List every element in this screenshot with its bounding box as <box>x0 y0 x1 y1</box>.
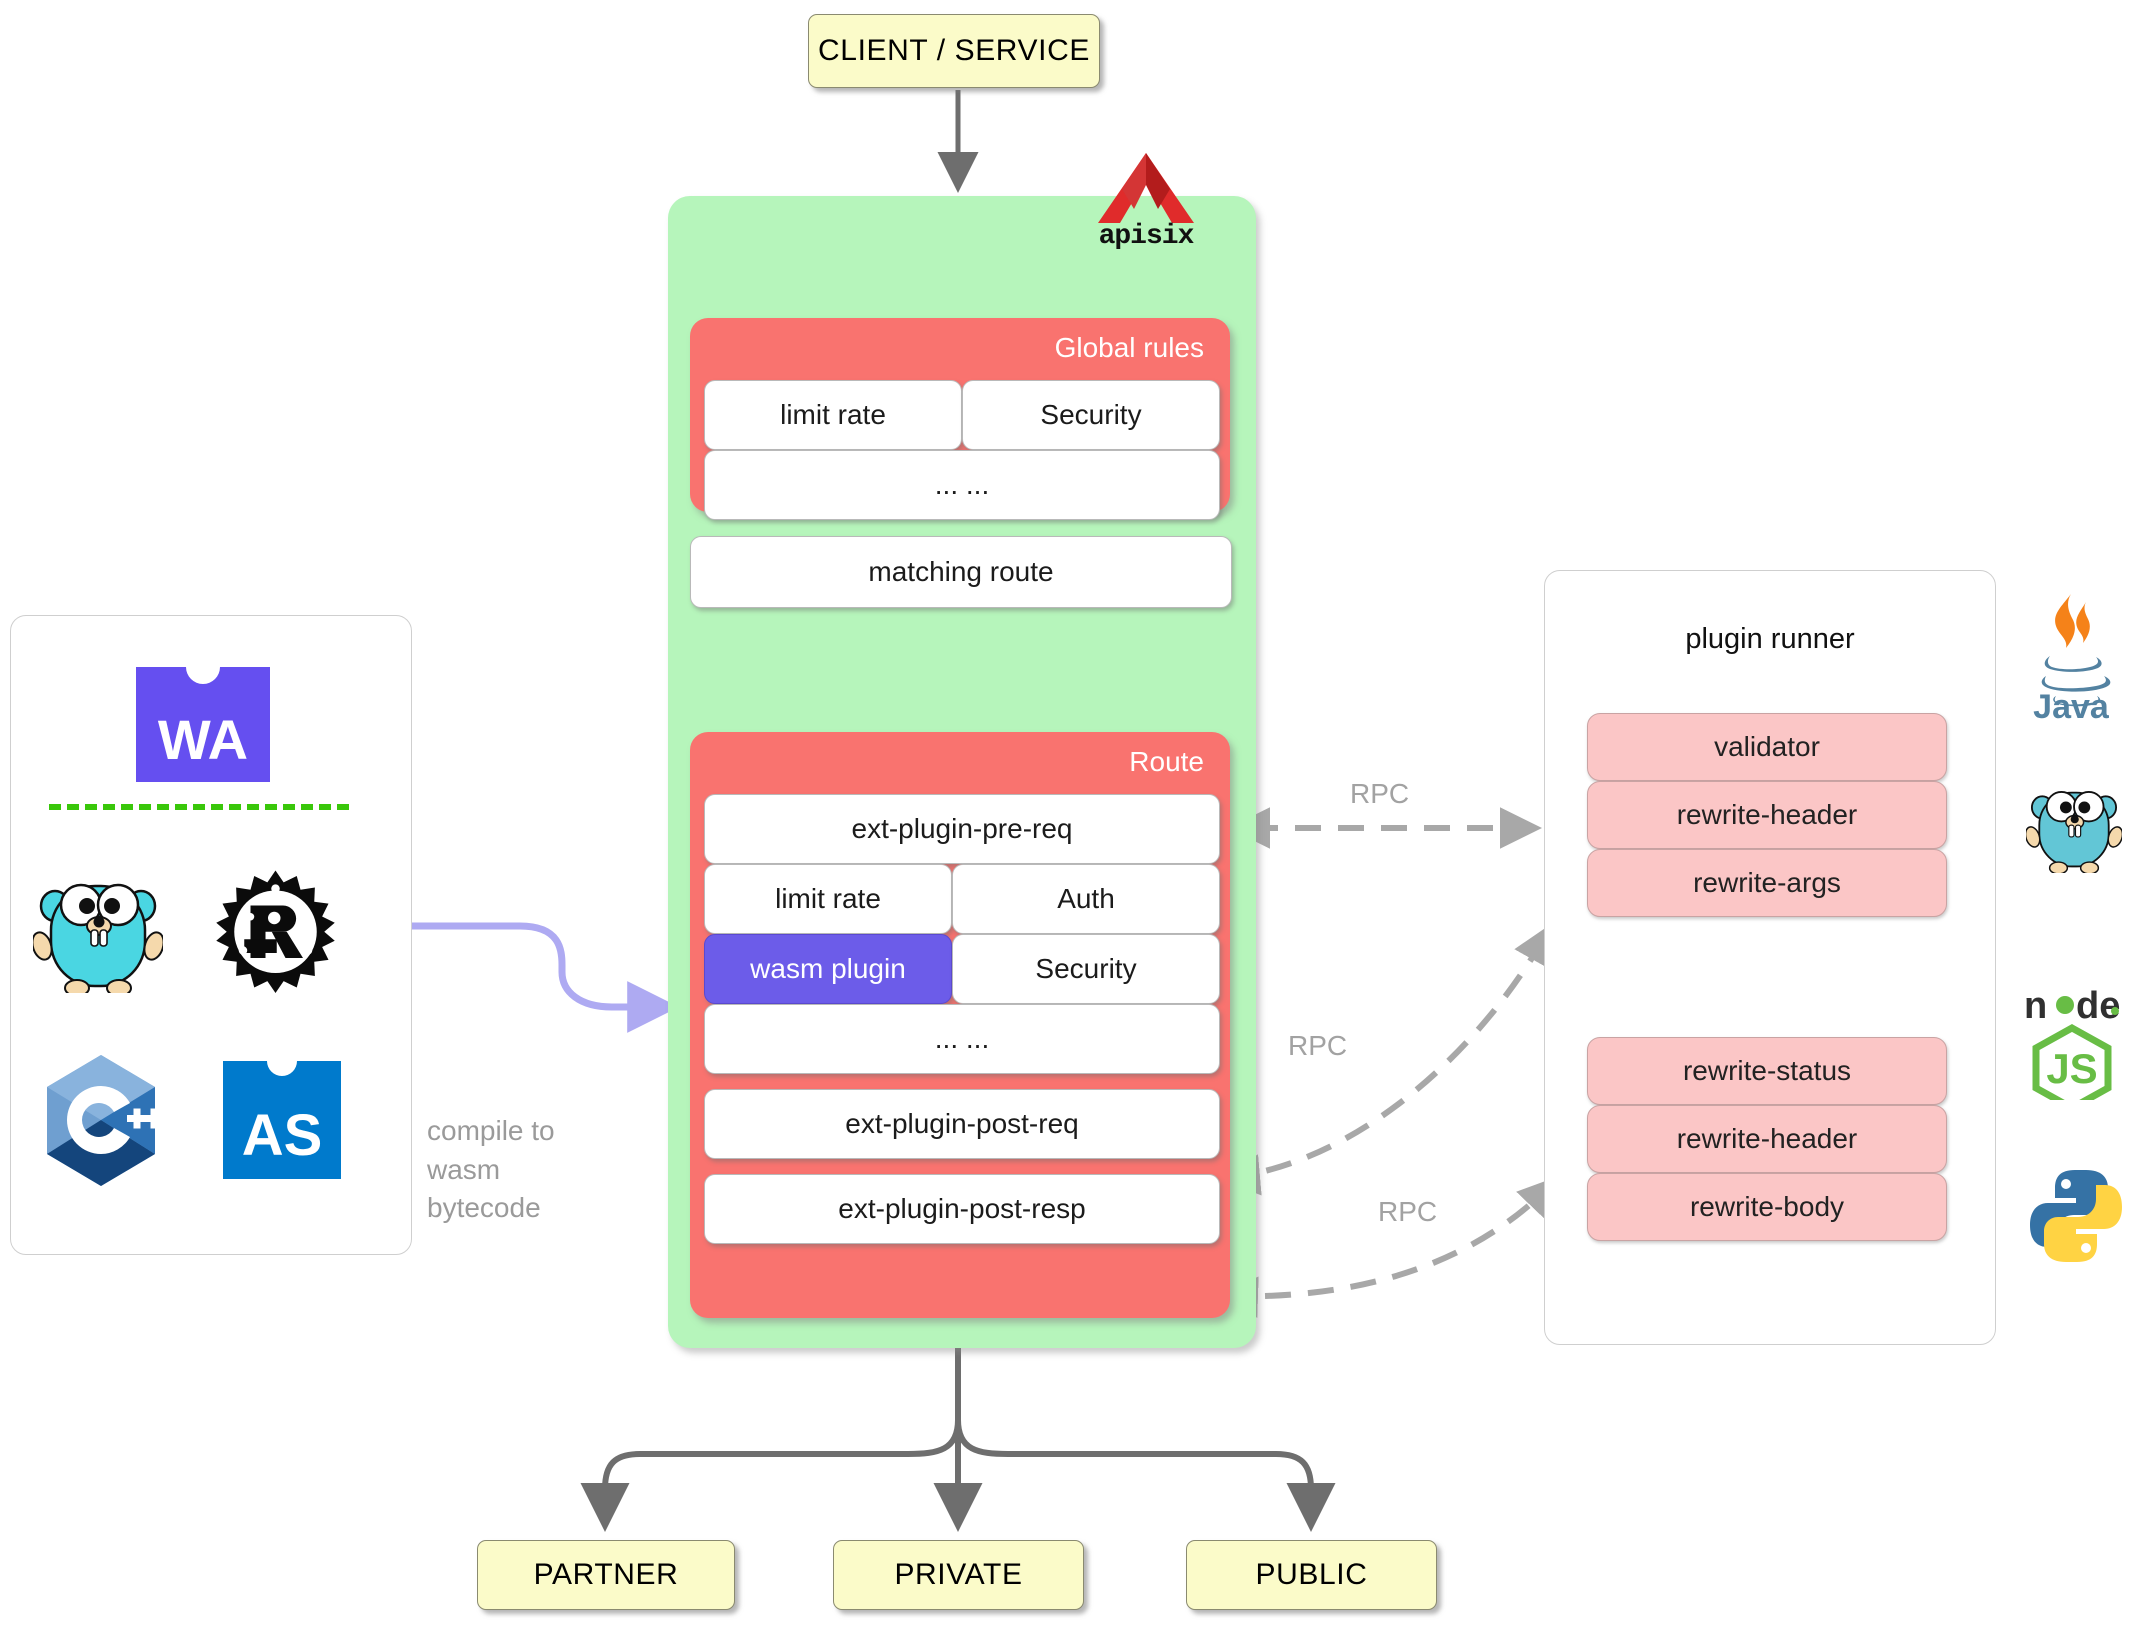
chip-label: rewrite-header <box>1676 1123 1858 1154</box>
svg-text:Java: Java <box>2033 688 2110 720</box>
arrow-apisix-to-backends <box>580 1347 1336 1533</box>
client-service-box[interactable]: CLIENT / SERVICE <box>808 14 1100 88</box>
svg-text:WA: WA <box>158 708 248 771</box>
client-service-label: CLIENT / SERVICE <box>818 34 1090 67</box>
route-chip-wasm-plugin[interactable]: wasm plugin <box>704 934 952 1004</box>
svg-text:de: de <box>2076 985 2120 1027</box>
compile-note-text: compile to wasm bytecode <box>427 1115 555 1224</box>
webassembly-logo-icon: WA <box>136 667 270 782</box>
chip-label: rewrite-body <box>1689 1191 1845 1222</box>
plugin-runner-panel: plugin runner validator rewrite-header r… <box>1544 570 1996 1345</box>
chip-label: ... ... <box>934 1023 990 1054</box>
chip-label: Auth <box>1057 883 1115 914</box>
route-chip-security[interactable]: Security <box>952 934 1220 1004</box>
chip-label: rewrite-args <box>1693 867 1841 898</box>
runner-chip-rewrite-body[interactable]: rewrite-body <box>1587 1173 1947 1241</box>
route-chip-limit-rate[interactable]: limit rate <box>704 864 952 934</box>
apisix-panel: apisix Global rules limit rate Security … <box>668 153 1256 1348</box>
chip-label: rewrite-header <box>1676 799 1858 830</box>
backend-label: PARTNER <box>533 1558 679 1591</box>
arrow-compile-to-wasm <box>394 922 679 1033</box>
route-chip-ext-plugin-post-resp[interactable]: ext-plugin-post-resp <box>704 1174 1220 1244</box>
svg-text:AS: AS <box>242 1103 323 1168</box>
nodejs-logo-icon: n de JS <box>2020 980 2124 1113</box>
chip-label: Security <box>1040 399 1142 430</box>
svg-text:JS: JS <box>2046 1045 2097 1092</box>
runner-chip-rewrite-args[interactable]: rewrite-args <box>1587 849 1947 917</box>
route-chip-more[interactable]: ... ... <box>704 1004 1220 1074</box>
route-chip-ext-plugin-pre-req[interactable]: ext-plugin-pre-req <box>704 794 1220 864</box>
global-rules-panel: Global rules limit rate Security ... ... <box>690 318 1230 520</box>
svg-text:n: n <box>2024 985 2047 1027</box>
matching-route-label: matching route <box>868 556 1054 587</box>
assemblyscript-logo-icon: AS <box>223 1061 341 1179</box>
rust-logo-icon <box>213 868 338 993</box>
route-chip-auth[interactable]: Auth <box>952 864 1220 934</box>
backend-label: PUBLIC <box>1255 1558 1368 1591</box>
global-rules-title: Global rules <box>1054 332 1204 363</box>
chip-label: validator <box>1714 731 1820 762</box>
compile-to-wasm-note: compile to wasm bytecode <box>427 1112 607 1228</box>
runner-chip-rewrite-header-req[interactable]: rewrite-header <box>1587 781 1947 849</box>
rpc-label-3: RPC <box>1378 1196 1438 1227</box>
apisix-wordmark: apisix <box>1098 221 1195 252</box>
chip-label: limit rate <box>775 883 881 914</box>
chip-label: Security <box>1035 953 1137 984</box>
route-panel: Route ext-plugin-pre-req limit rate Auth… <box>690 732 1230 1318</box>
matching-route-box[interactable]: matching route <box>690 536 1232 608</box>
python-logo-icon <box>2026 1166 2126 1266</box>
arrow-rpc-post-req <box>1218 922 1553 1196</box>
backend-label: PRIVATE <box>894 1558 1023 1591</box>
backend-box-public[interactable]: PUBLIC <box>1186 1540 1437 1610</box>
rpc-label-2: RPC <box>1288 1030 1348 1061</box>
backend-box-partner[interactable]: PARTNER <box>477 1540 735 1610</box>
runner-chip-validator[interactable]: validator <box>1587 713 1947 781</box>
route-title: Route <box>1129 746 1204 777</box>
chip-label: ext-plugin-post-req <box>845 1108 1079 1139</box>
global-rule-chip-security[interactable]: Security <box>962 380 1220 450</box>
cplusplus-logo-icon <box>41 1053 163 1188</box>
global-rule-chip-limit-rate[interactable]: limit rate <box>704 380 962 450</box>
wasm-divider <box>49 804 349 810</box>
wasm-languages-panel: WA AS <box>10 615 412 1255</box>
chip-label: limit rate <box>780 399 886 430</box>
apisix-mark-icon <box>1098 153 1194 223</box>
runner-chip-rewrite-header-resp[interactable]: rewrite-header <box>1587 1105 1947 1173</box>
global-rule-chip-more[interactable]: ... ... <box>704 450 1220 520</box>
go-gopher-logo-icon <box>2024 778 2124 875</box>
java-logo-icon: Java <box>2016 590 2126 726</box>
chip-label: ... ... <box>934 469 990 500</box>
chip-label: ext-plugin-pre-req <box>851 813 1073 844</box>
chip-label: rewrite-status <box>1682 1055 1852 1086</box>
go-gopher-logo-icon <box>31 868 165 997</box>
route-chip-ext-plugin-post-req[interactable]: ext-plugin-post-req <box>704 1089 1220 1159</box>
runner-chip-rewrite-status[interactable]: rewrite-status <box>1587 1037 1947 1105</box>
backend-box-private[interactable]: PRIVATE <box>833 1540 1084 1610</box>
chip-label: ext-plugin-post-resp <box>838 1193 1086 1224</box>
chip-label: wasm plugin <box>750 953 906 984</box>
plugin-runner-title: plugin runner <box>1685 623 1855 655</box>
apisix-logo: apisix <box>1086 151 1206 266</box>
rpc-label-1: RPC <box>1350 778 1410 809</box>
